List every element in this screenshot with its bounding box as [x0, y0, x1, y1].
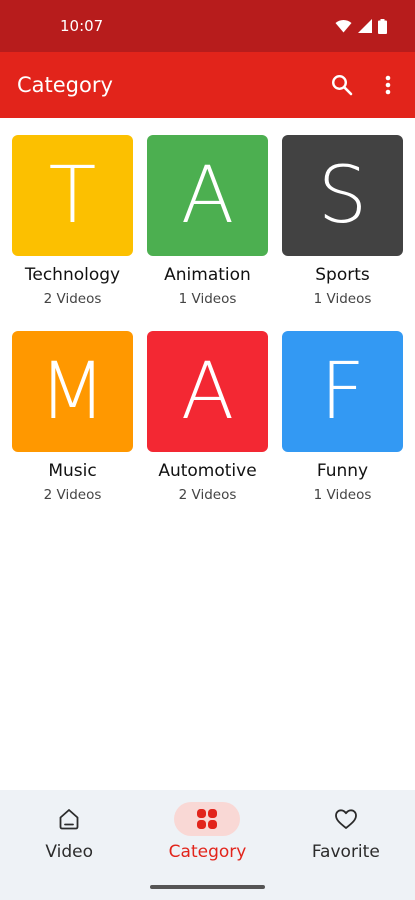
category-name: Sports — [315, 265, 370, 285]
category-card-animation[interactable]: A Animation 1 Videos — [147, 135, 268, 307]
nav-label-video: Video — [45, 842, 93, 862]
nav-icon-container — [36, 802, 102, 836]
category-card-automotive[interactable]: A Automotive 2 Videos — [147, 331, 268, 503]
category-tile: T — [12, 135, 133, 256]
nav-item-video[interactable]: Video — [0, 790, 138, 900]
status-bar: 10:07 — [0, 0, 415, 52]
signal-icon — [358, 19, 372, 33]
category-tile: A — [147, 331, 268, 452]
home-icon — [59, 809, 79, 830]
category-name: Technology — [24, 265, 121, 285]
category-letter: A — [180, 150, 235, 241]
category-name: Music — [48, 461, 97, 481]
category-video-count: 2 Videos — [43, 291, 102, 307]
category-video-count: 1 Videos — [313, 291, 372, 307]
bottom-navigation: Video Category Favorite — [0, 790, 415, 900]
category-letter: S — [317, 150, 368, 241]
nav-item-favorite[interactable]: Favorite — [277, 790, 415, 900]
search-icon — [331, 74, 353, 96]
category-letter: M — [38, 346, 107, 437]
app-bar: Category — [0, 52, 415, 118]
category-card-technology[interactable]: T Technology 2 Videos — [12, 135, 133, 307]
category-tile: S — [282, 135, 403, 256]
status-time: 10:07 — [60, 17, 104, 35]
category-name: Automotive — [158, 461, 257, 481]
category-card-sports[interactable]: S Sports 1 Videos — [282, 135, 403, 307]
nav-icon-container — [313, 802, 379, 836]
category-tile: F — [282, 331, 403, 452]
more-vert-icon — [385, 75, 391, 95]
nav-label-category: Category — [168, 842, 247, 862]
category-video-count: 1 Videos — [178, 291, 237, 307]
category-letter: F — [320, 346, 365, 437]
home-indicator[interactable] — [150, 885, 265, 889]
category-tile: M — [12, 331, 133, 452]
search-button[interactable] — [329, 72, 355, 98]
category-letter: T — [48, 150, 97, 241]
category-card-funny[interactable]: F Funny 1 Videos — [282, 331, 403, 503]
app-bar-actions — [329, 72, 401, 98]
category-card-music[interactable]: M Music 2 Videos — [12, 331, 133, 503]
nav-icon-container — [174, 802, 241, 836]
status-icons — [335, 18, 387, 34]
battery-icon — [378, 18, 387, 34]
page-title: Category — [17, 73, 113, 97]
more-options-button[interactable] — [375, 72, 401, 98]
category-video-count: 1 Videos — [313, 487, 372, 503]
category-video-count: 2 Videos — [43, 487, 102, 503]
category-name: Animation — [164, 265, 251, 285]
category-grid: T Technology 2 Videos A Animation 1 Vide… — [12, 135, 403, 503]
nav-label-favorite: Favorite — [311, 842, 380, 862]
wifi-icon — [335, 19, 352, 33]
nav-item-category[interactable]: Category — [138, 790, 276, 900]
category-grid-icon — [197, 809, 218, 829]
category-letter: A — [180, 346, 235, 437]
category-tile: A — [147, 135, 268, 256]
category-video-count: 2 Videos — [178, 487, 237, 503]
heart-icon — [334, 809, 357, 829]
category-name: Funny — [316, 461, 369, 481]
